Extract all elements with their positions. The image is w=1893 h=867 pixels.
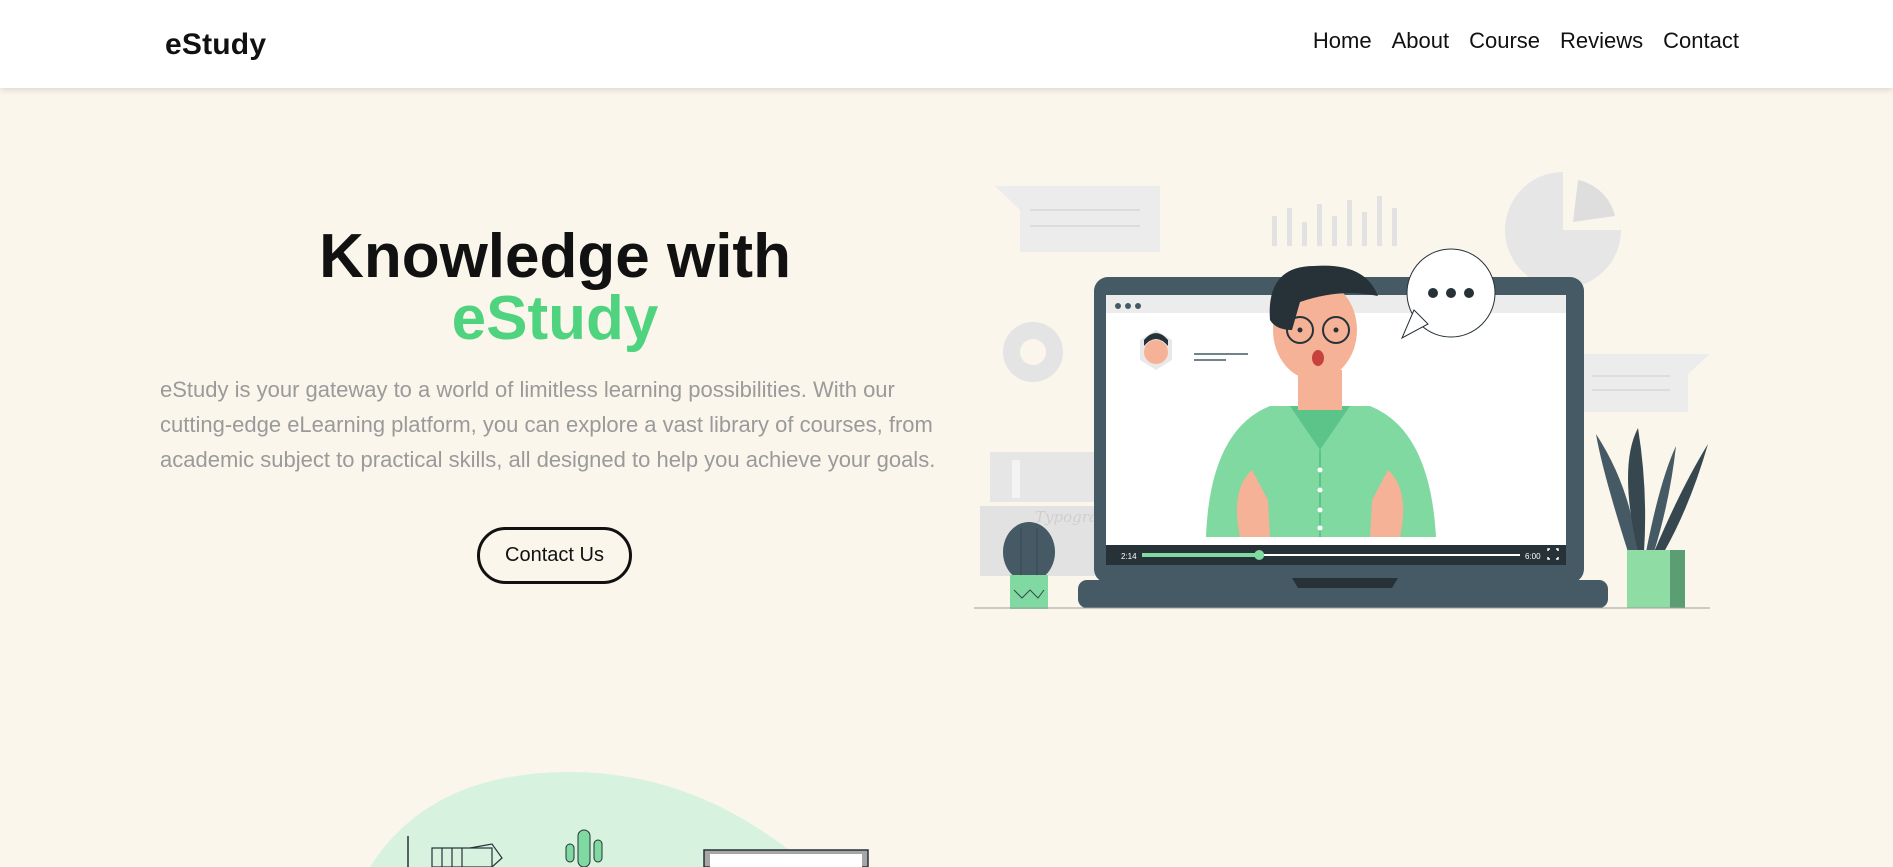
- about-illustration: [370, 772, 869, 867]
- hero-illustration: Typogra 2:14 6:00: [974, 172, 1710, 609]
- decor-chat-bubble-right: [1582, 354, 1710, 412]
- video-time-current: 2:14: [1121, 552, 1137, 561]
- nav-menu: Home About Course Reviews Contact: [1313, 28, 1739, 54]
- decor-bar-graph: [1272, 196, 1397, 246]
- potted-plant: [1596, 428, 1708, 608]
- video-control-bar: 2:14 6:00: [1106, 545, 1566, 565]
- nav-link-home[interactable]: Home: [1313, 28, 1372, 53]
- nav-item-contact: Contact: [1663, 28, 1739, 54]
- contact-us-button[interactable]: Contact Us: [477, 527, 632, 584]
- nav-link-about[interactable]: About: [1392, 28, 1450, 53]
- monitor-icon: [703, 849, 869, 867]
- brand-logo[interactable]: eStudy: [165, 28, 266, 62]
- book-label: Typogra: [1035, 508, 1098, 526]
- hero-title-line: Knowledge with: [319, 222, 791, 291]
- hero-description: eStudy is your gateway to a world of lim…: [160, 377, 936, 472]
- video-progress-handle[interactable]: [1254, 550, 1265, 560]
- nav-link-contact[interactable]: Contact: [1663, 28, 1739, 53]
- decor-pie-chart: [1505, 172, 1621, 288]
- nav-link-course[interactable]: Course: [1469, 28, 1540, 53]
- speech-bubble: [1400, 248, 1496, 340]
- nav-item-course: Course: [1469, 28, 1540, 54]
- nav-item-home: Home: [1313, 28, 1372, 54]
- nav-item-reviews: Reviews: [1560, 28, 1643, 54]
- decor-chat-bubble-left: [995, 186, 1160, 252]
- navbar: eStudy Home About Course Reviews Contact: [0, 0, 1893, 88]
- video-time-total: 6:00: [1525, 552, 1541, 561]
- nav-item-about: About: [1392, 28, 1450, 54]
- video-progress-fill: [1142, 553, 1260, 557]
- nav-link-reviews[interactable]: Reviews: [1560, 28, 1643, 53]
- decor-donut-chart: [1003, 322, 1063, 382]
- hero-title: Knowledge with eStudy: [160, 226, 950, 350]
- hero-title-accent: eStudy: [451, 284, 659, 353]
- cactus-plant: [1003, 522, 1055, 609]
